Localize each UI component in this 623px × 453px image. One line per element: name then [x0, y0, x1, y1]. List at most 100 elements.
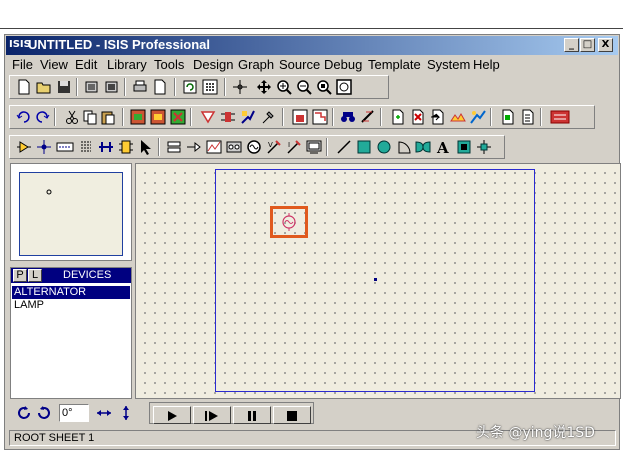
subcircuit-icon[interactable] — [118, 139, 134, 155]
pause-button[interactable] — [233, 406, 271, 424]
menu-tools[interactable]: Tools — [154, 57, 184, 72]
redo-icon[interactable] — [34, 109, 50, 125]
device-item-alternator[interactable]: ALTERNATOR — [12, 286, 130, 299]
package-tool-icon[interactable] — [260, 109, 276, 125]
wire-label-icon[interactable] — [56, 139, 74, 155]
block-copy-icon[interactable] — [130, 109, 146, 125]
netlist-icon[interactable] — [520, 109, 536, 125]
junction-icon[interactable] — [36, 139, 52, 155]
search-tag-icon[interactable] — [340, 109, 356, 125]
text-icon[interactable]: A — [436, 139, 452, 155]
virtual-instrument-icon[interactable] — [306, 139, 322, 155]
stop-button[interactable] — [273, 406, 311, 424]
menu-library[interactable]: Library — [107, 57, 147, 72]
origin-icon[interactable] — [232, 79, 248, 95]
zoom-area-icon[interactable] — [336, 79, 352, 95]
property-tool-icon[interactable] — [360, 109, 376, 125]
new-sheet-icon[interactable] — [390, 109, 406, 125]
schematic-canvas[interactable] — [135, 163, 621, 399]
new-icon[interactable] — [16, 79, 32, 95]
voltage-probe-icon[interactable]: V — [266, 139, 282, 155]
text-script-icon[interactable] — [78, 139, 94, 155]
alternator-symbol-icon[interactable] — [280, 213, 298, 231]
current-probe-icon[interactable]: I — [286, 139, 302, 155]
wire-autorouter-icon[interactable] — [312, 109, 328, 125]
grid-icon[interactable] — [202, 79, 218, 95]
rotate-clockwise-icon[interactable] — [16, 405, 32, 421]
menu-bar: File View Edit Library Tools Design Grap… — [6, 56, 618, 74]
bom-icon[interactable] — [470, 109, 486, 125]
title-bar[interactable]: ISIS UNTITLED - ISIS Professional _ □ X — [6, 36, 618, 55]
mirror-y-icon[interactable] — [118, 405, 134, 421]
line-icon[interactable] — [336, 139, 352, 155]
zoom-out-icon[interactable] — [296, 79, 312, 95]
menu-design[interactable]: Design — [193, 57, 233, 72]
marker-icon[interactable] — [476, 139, 492, 155]
pick-device-icon[interactable] — [220, 109, 236, 125]
selection-icon[interactable] — [138, 139, 154, 155]
pick-devices-button[interactable]: P — [13, 269, 27, 282]
menu-graph[interactable]: Graph — [238, 57, 274, 72]
ares-icon[interactable] — [550, 109, 570, 125]
menu-file[interactable]: File — [12, 57, 33, 72]
minimize-button[interactable]: _ — [564, 38, 579, 52]
mirror-x-icon[interactable] — [96, 405, 112, 421]
save-icon[interactable] — [56, 79, 72, 95]
generator-icon[interactable] — [246, 139, 262, 155]
top-divider — [0, 28, 623, 29]
library-manager-button[interactable]: L — [28, 269, 42, 282]
pan-icon[interactable] — [256, 79, 272, 95]
make-device-icon[interactable] — [240, 109, 256, 125]
svg-text:V: V — [268, 141, 273, 149]
tape-icon[interactable] — [226, 139, 242, 155]
close-button[interactable]: X — [598, 38, 613, 52]
menu-source[interactable]: Source — [279, 57, 320, 72]
box-icon[interactable] — [356, 139, 372, 155]
symbol-icon[interactable] — [456, 139, 472, 155]
step-button[interactable] — [193, 406, 231, 424]
circle-icon[interactable] — [376, 139, 392, 155]
terminal-icon[interactable] — [166, 139, 182, 155]
maximize-button[interactable]: □ — [580, 38, 595, 52]
import-icon[interactable] — [84, 79, 100, 95]
menu-template[interactable]: Template — [368, 57, 421, 72]
pause-icon — [248, 411, 256, 421]
set-area-icon[interactable] — [152, 79, 168, 95]
menu-view[interactable]: View — [40, 57, 68, 72]
path-icon[interactable] — [414, 139, 432, 155]
separator — [76, 78, 78, 96]
cut-icon[interactable] — [64, 109, 80, 125]
redraw-icon[interactable] — [182, 79, 198, 95]
zoom-all-icon[interactable] — [316, 79, 332, 95]
arc-icon[interactable] — [396, 139, 412, 155]
play-button[interactable] — [153, 406, 191, 424]
rotate-anticlockwise-icon[interactable] — [36, 405, 52, 421]
exit-parent-icon[interactable] — [450, 109, 466, 125]
rotation-angle-field[interactable]: 0° — [59, 404, 89, 422]
menu-debug[interactable]: Debug — [324, 57, 362, 72]
menu-system[interactable]: System — [427, 57, 470, 72]
device-item-lamp[interactable]: LAMP — [12, 299, 130, 312]
pin-icon[interactable] — [186, 139, 202, 155]
component-mode-icon[interactable] — [16, 139, 32, 155]
goto-sheet-icon[interactable] — [430, 109, 446, 125]
block-rotate-icon[interactable] — [170, 109, 186, 125]
bus-icon[interactable] — [98, 139, 114, 155]
remove-sheet-icon[interactable] — [410, 109, 426, 125]
overview-window[interactable] — [10, 163, 132, 261]
undo-icon[interactable] — [16, 109, 32, 125]
print-icon[interactable] — [132, 79, 148, 95]
menu-edit[interactable]: Edit — [75, 57, 97, 72]
erc-icon[interactable] — [500, 109, 516, 125]
copy-icon[interactable] — [82, 109, 98, 125]
export-icon[interactable] — [104, 79, 120, 95]
menu-help[interactable]: Help — [473, 57, 500, 72]
graph-icon[interactable] — [206, 139, 222, 155]
open-icon[interactable] — [36, 79, 52, 95]
selected-component-highlight[interactable] — [270, 206, 308, 238]
block-move-icon[interactable] — [150, 109, 166, 125]
block-delete-icon[interactable] — [200, 109, 216, 125]
decompose-icon[interactable] — [292, 109, 308, 125]
paste-icon[interactable] — [100, 109, 116, 125]
zoom-in-icon[interactable] — [276, 79, 292, 95]
